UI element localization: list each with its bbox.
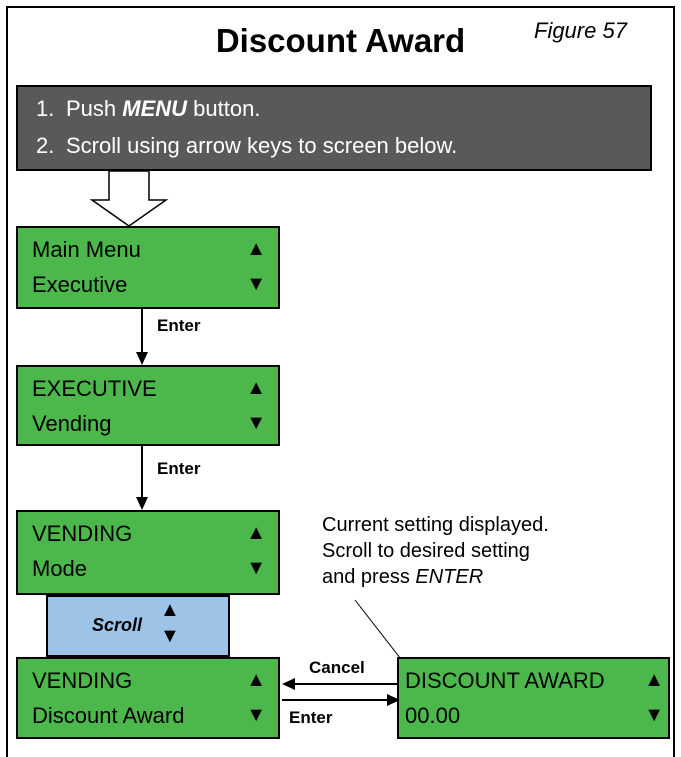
- scroll-box: Scroll ▲ ▼: [46, 595, 230, 657]
- enter-label-3: Enter: [289, 708, 333, 727]
- enter-label-2: Enter: [157, 459, 201, 478]
- up-arrow-icon: ▲: [644, 669, 664, 691]
- cancel-label: Cancel: [309, 658, 365, 677]
- up-arrow-icon: ▲: [246, 522, 266, 544]
- scroll-down-arrow-icon: ▼: [160, 625, 180, 647]
- scroll-label: Scroll: [92, 615, 143, 635]
- lcd-executive: EXECUTIVE Vending ▲ ▼: [16, 365, 280, 446]
- up-arrow-icon: ▲: [246, 669, 266, 691]
- down-arrow-icon: ▼: [246, 273, 266, 295]
- hollow-down-arrow: [89, 170, 169, 227]
- note-callout-line: [354, 599, 405, 664]
- down-arrow-icon: ▼: [246, 557, 266, 579]
- lcd-main-menu: Main Menu Executive ▲ ▼: [16, 226, 280, 309]
- enter-key-label: ENTER: [415, 566, 484, 588]
- lcd-vending-discount-award: VENDING Discount Award ▲ ▼: [16, 657, 280, 739]
- lcd-discount-award-setting: DISCOUNT AWARD 00.00 ▲ ▼: [397, 657, 670, 739]
- up-arrow-icon: ▲: [246, 238, 266, 260]
- current-setting-note: Current setting displayed. Scroll to des…: [322, 514, 549, 588]
- lcd-vending-mode: VENDING Mode ▲ ▼: [16, 510, 280, 595]
- down-arrow-icon: ▼: [246, 704, 266, 726]
- up-arrow-icon: ▲: [246, 377, 266, 399]
- enter-label-1: Enter: [157, 316, 201, 335]
- down-arrow-icon: ▼: [246, 412, 266, 434]
- down-arrow-icon: ▼: [644, 704, 664, 726]
- scroll-up-arrow-icon: ▲: [160, 599, 180, 621]
